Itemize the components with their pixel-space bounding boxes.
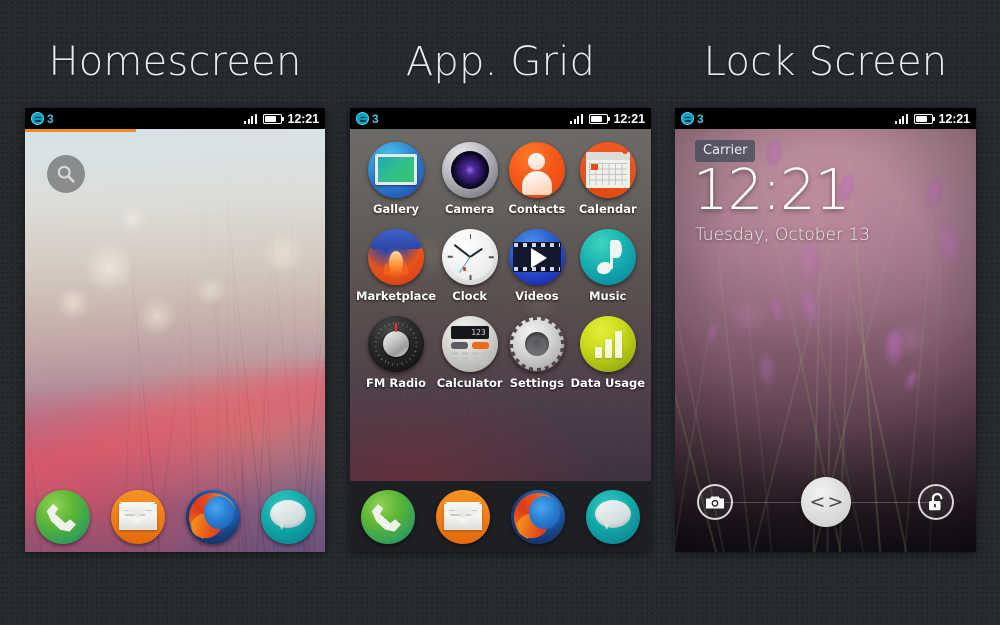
homescreen-dock [25,481,325,552]
messages-badge-icon [681,112,694,125]
status-bar: 3 12:21 [350,108,651,129]
app-label: Camera [444,202,495,216]
camera-icon [441,142,498,198]
phone-homescreen: 3 12:21 [25,108,325,552]
phone-icon[interactable] [35,489,90,544]
app-label: Gallery [373,202,420,216]
data-usage-icon [579,316,636,372]
marketplace-icon [368,229,425,285]
notification-count: 3 [47,111,54,126]
app-label: Marketplace [356,289,437,303]
signal-bars-icon [244,113,257,124]
app-item-calculator[interactable]: 123 Calculator [436,316,503,390]
status-bar-clock: 12:21 [287,111,320,126]
app-item-data-usage[interactable]: Data Usage [570,316,645,390]
signal-bars-icon [895,113,908,124]
settings-icon [509,316,565,372]
battery-icon [913,113,936,124]
lock-screen-clock: 12:21 [693,158,850,223]
firefox-icon[interactable] [511,489,566,544]
app-label: Contacts [508,202,566,216]
panel-title-lock-screen: Lock Screen [703,39,948,85]
status-bar-right: 12:21 [895,112,970,126]
notification-count: 3 [697,111,704,126]
unlock-padlock-icon[interactable] [918,484,954,520]
lock-screen-slider: < > [675,474,976,530]
panel-title-app-grid: App. Grid [405,39,596,85]
battery-icon [588,113,611,124]
calculator-icon: 123 [441,316,498,372]
contacts-icon [508,142,565,198]
app-item-clock[interactable]: Clock [436,229,503,303]
search-icon[interactable] [47,155,85,193]
status-bar: 3 12:21 [25,108,325,129]
app-label: Data Usage [570,376,645,390]
messages-badge-icon [356,112,369,125]
messages-icon[interactable] [260,489,315,544]
music-icon [579,229,636,285]
status-bar-clock: 12:21 [613,111,646,126]
status-bar-left: 3 [681,112,704,125]
notification-count: 3 [372,111,379,126]
camera-icon[interactable] [697,484,733,520]
app-label: Calendar [578,202,637,216]
signal-bars-icon [570,113,583,124]
videos-icon [508,229,565,285]
app-grid-dock [350,481,651,552]
status-bar-left: 3 [356,112,379,125]
calendar-icon [579,142,636,198]
calculator-display: 123 [450,326,489,339]
status-bar-right: 12:21 [570,112,645,126]
app-label: Clock [452,289,488,303]
app-grid: Gallery Camera Contacts Calendar Marketp… [350,134,651,390]
lock-screen-date: Tuesday, October 13 [695,225,871,245]
fm-radio-icon [368,316,425,372]
status-bar-right: 12:21 [244,112,319,126]
messages-icon[interactable] [586,489,641,544]
battery-icon [262,113,285,124]
email-icon[interactable] [110,489,165,544]
email-icon[interactable] [435,489,490,544]
page-progress-bar [25,129,136,132]
app-label: Settings [509,376,564,390]
app-item-gallery[interactable]: Gallery [356,142,436,216]
status-bar-left: 3 [31,112,54,125]
status-bar: 3 12:21 [675,108,976,129]
app-label: Music [589,289,627,303]
app-item-settings[interactable]: Settings [503,316,570,390]
screenshot-stage: Homescreen App. Grid Lock Screen 3 12:21 [0,0,1000,625]
firefox-icon[interactable] [185,489,240,544]
app-label: Videos [515,289,559,303]
phone-lock-screen: 3 12:21 Carrier 12:21 Tuesday, October 1… [675,108,976,552]
app-item-music[interactable]: Music [570,229,645,303]
panel-title-homescreen: Homescreen [48,39,302,85]
app-label: FM Radio [366,376,427,390]
phone-app-grid: 3 12:21 Gallery Camera Contacts Calendar… [350,108,651,552]
app-item-contacts[interactable]: Contacts [503,142,570,216]
app-label: Calculator [436,376,503,390]
app-item-marketplace[interactable]: Marketplace [356,229,436,303]
slide-to-unlock-handle[interactable]: < > [800,477,851,527]
phone-icon[interactable] [360,489,415,544]
app-item-camera[interactable]: Camera [436,142,503,216]
app-item-fm-radio[interactable]: FM Radio [356,316,436,390]
status-bar-clock: 12:21 [938,111,971,126]
app-item-videos[interactable]: Videos [503,229,570,303]
messages-badge-icon [31,112,44,125]
clock-icon [441,229,498,285]
app-item-calendar[interactable]: Calendar [570,142,645,216]
gallery-icon [368,142,425,198]
